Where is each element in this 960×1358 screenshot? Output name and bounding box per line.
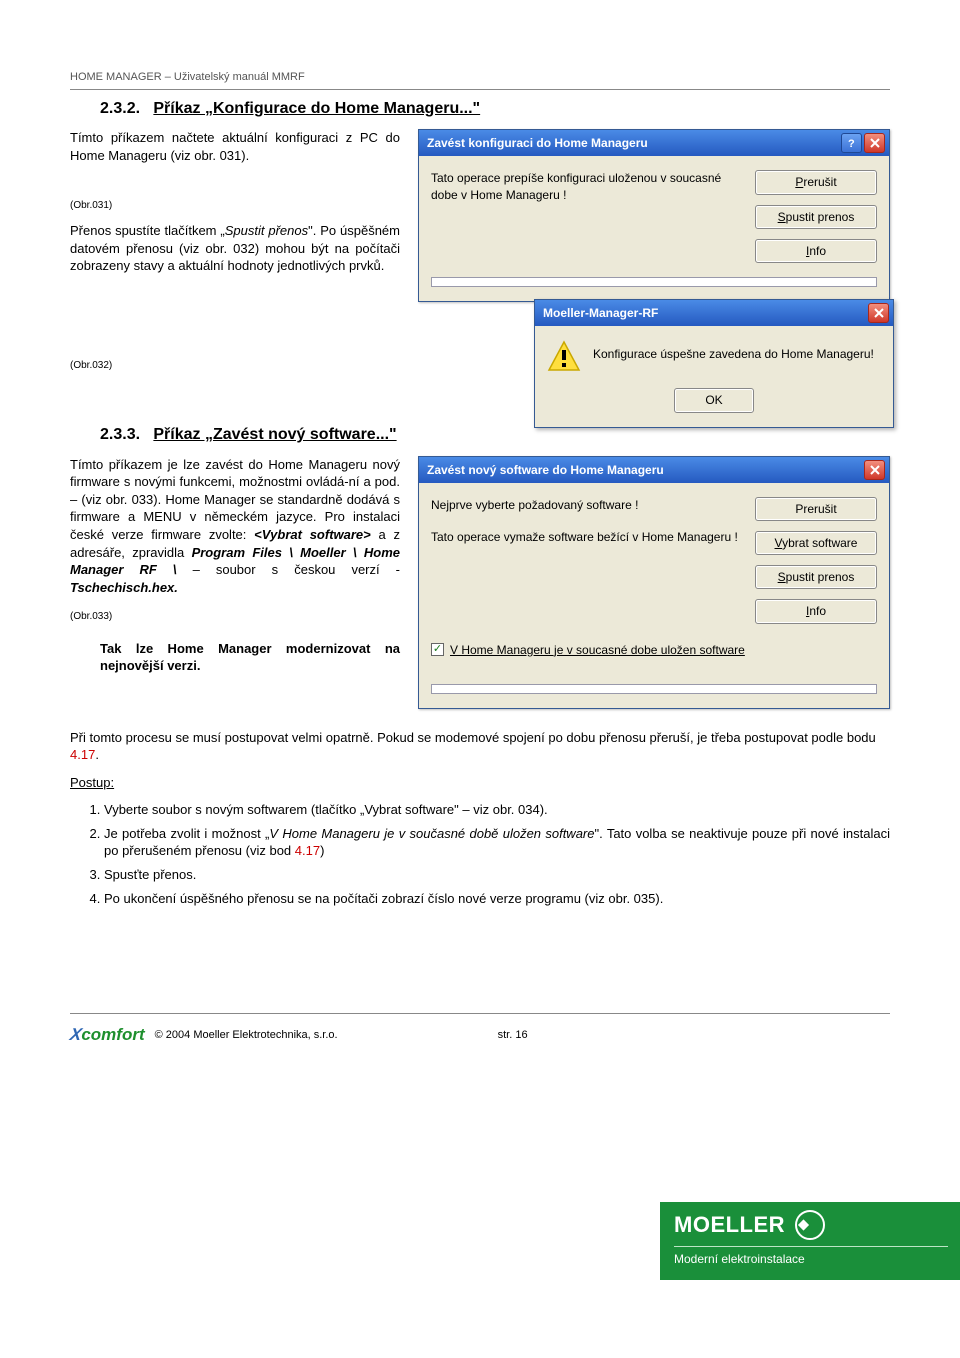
postup-heading: Postup:: [70, 774, 890, 792]
info-button[interactable]: Info: [755, 599, 877, 623]
section-title: Příkaz „Konfigurace do Home Manageru...": [153, 100, 480, 117]
page-header: HOME MANAGER – Uživatelský manuál MMRF: [70, 70, 890, 85]
s2-p2: Tak lze Home Manager modernizovat na nej…: [70, 640, 400, 675]
select-software-button[interactable]: Vybrat software: [755, 531, 877, 555]
warning-icon: [547, 340, 581, 374]
section-num: 2.3.3.: [100, 426, 140, 443]
s2-p1: Tímto příkazem je lze zavést do Home Man…: [70, 456, 400, 596]
dialog-message: Tato operace prepíše konfiguraci uloženo…: [431, 170, 745, 263]
dialog-title: Zavést nový software do Home Manageru: [427, 462, 862, 478]
info-button[interactable]: Info: [755, 239, 877, 263]
close-button[interactable]: [864, 460, 885, 480]
moeller-logo-icon: [795, 1210, 825, 1240]
software-loaded-checkbox[interactable]: [431, 643, 444, 656]
procedure-list: Vyberte soubor s novým softwarem (tlačít…: [104, 801, 890, 907]
checkbox-label: V Home Manageru je v soucasné dobe ulože…: [450, 642, 745, 658]
header-rule: [70, 89, 890, 90]
step-2: Je potřeba zvolit i možnost „V Home Mana…: [104, 825, 890, 860]
section-title: Příkaz „Zavést nový software...": [153, 426, 396, 443]
step-1: Vyberte soubor s novým softwarem (tlačít…: [104, 801, 890, 819]
dialog-load-config: Zavést konfiguraci do Home Manageru ? Ta…: [418, 129, 890, 302]
help-button[interactable]: ?: [841, 133, 862, 153]
dialog-title: Zavést konfiguraci do Home Manageru: [427, 135, 839, 151]
s1-p2: Přenos spustíte tlačítkem „Spustit přeno…: [70, 222, 400, 275]
svg-text:?: ?: [848, 138, 855, 149]
start-transfer-button[interactable]: Spustit prenos: [755, 205, 877, 229]
step-4: Po ukončení úspěšného přenosu se na počí…: [104, 890, 890, 908]
dialog-success: Moeller-Manager-RF Konfigurace úspešne z…: [534, 299, 894, 427]
fig-031-caption: (Obr.031): [70, 199, 400, 213]
moeller-subtitle: Moderní elektroinstalace: [674, 1246, 948, 1267]
dialog-title: Moeller-Manager-RF: [543, 305, 866, 321]
copyright: © 2004 Moeller Elektrotechnika, s.r.o.: [155, 1028, 338, 1043]
page-number: str. 16: [498, 1028, 528, 1043]
dialog-load-software: Zavést nový software do Home Manageru Ne…: [418, 456, 890, 709]
cancel-button[interactable]: Prerušit: [755, 497, 877, 521]
step-3: Spusťte přenos.: [104, 866, 890, 884]
close-button[interactable]: [864, 133, 885, 153]
dialog-msg1: Nejprve vyberte požadovaný software !: [431, 497, 745, 513]
moeller-logo-text: MOELLER: [674, 1210, 785, 1240]
section-num: 2.3.2.: [100, 100, 140, 117]
fig-033-caption: (Obr.033): [70, 610, 400, 624]
start-transfer-button[interactable]: Spustit prenos: [755, 565, 877, 589]
s2-p3: Při tomto procesu se musí postupovat vel…: [70, 729, 890, 764]
progress-bar: [431, 684, 877, 694]
cancel-button[interactable]: Prerušit: [755, 170, 877, 194]
close-button[interactable]: [868, 303, 889, 323]
xcomfort-logo: Xcomfort: [70, 1024, 145, 1047]
progress-bar: [431, 277, 877, 287]
success-message: Konfigurace úspešne zavedena do Home Man…: [593, 340, 874, 362]
ok-button[interactable]: OK: [674, 388, 754, 412]
moeller-banner: MOELLER Moderní elektroinstalace: [660, 1202, 960, 1280]
section-232-heading: 2.3.2. Příkaz „Konfigurace do Home Manag…: [100, 98, 890, 120]
page-footer: Xcomfort © 2004 Moeller Elektrotechnika,…: [70, 1013, 890, 1057]
s1-p1: Tímto příkazem načtete aktuální konfigur…: [70, 129, 400, 164]
fig-032-caption: (Obr.032): [70, 359, 400, 373]
dialog-msg2: Tato operace vymaže software bežící v Ho…: [431, 529, 745, 545]
